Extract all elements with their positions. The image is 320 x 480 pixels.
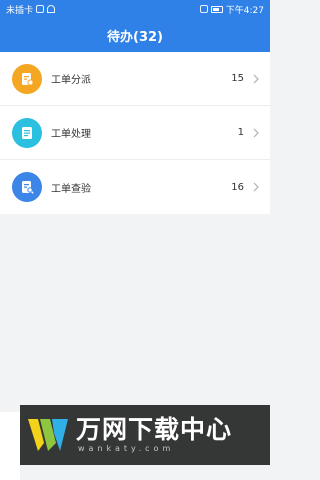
item-count: 1 [237,127,244,138]
chevron-right-icon [253,128,259,137]
page-header: 待办(32) [0,18,270,52]
clock-text: 下午4:27 [225,5,264,16]
mute-icon [199,5,208,13]
item-label: 工单处理 [51,129,91,140]
item-label: 工单查验 [51,183,91,195]
item-label: 工单分派 [51,75,91,86]
inspect-icon [12,172,42,202]
chevron-right-icon [253,74,259,83]
watermark-url: wankaty.com [78,444,175,453]
status-bar: 未插卡 下午4:27 [0,0,270,18]
process-icon [12,117,42,148]
carrier-text: 未插卡 [6,5,34,16]
watermark-title: 万网下载中心 [76,415,233,444]
item-count: 16 [231,181,244,193]
item-count: 15 [231,73,244,84]
dispatch-icon [12,63,42,94]
list-item-process[interactable]: 工单处理 1 [0,106,270,160]
list-item-dispatch[interactable]: 工单分派 15 [0,52,270,106]
battery-icon [210,5,223,13]
page-title: 待办(32) [107,29,163,45]
chevron-right-icon [253,182,259,192]
bottom-bar [0,412,20,480]
todo-list: 工单分派 15 工单处理 1 工单查验 16 [0,52,270,214]
list-item-inspect[interactable]: 工单查验 16 [0,160,270,214]
sim-icon [36,5,45,13]
wifi-icon [47,5,56,13]
watermark-logo-icon [28,419,68,451]
watermark-overlay: 万网下载中心 wankaty.com [20,405,270,465]
